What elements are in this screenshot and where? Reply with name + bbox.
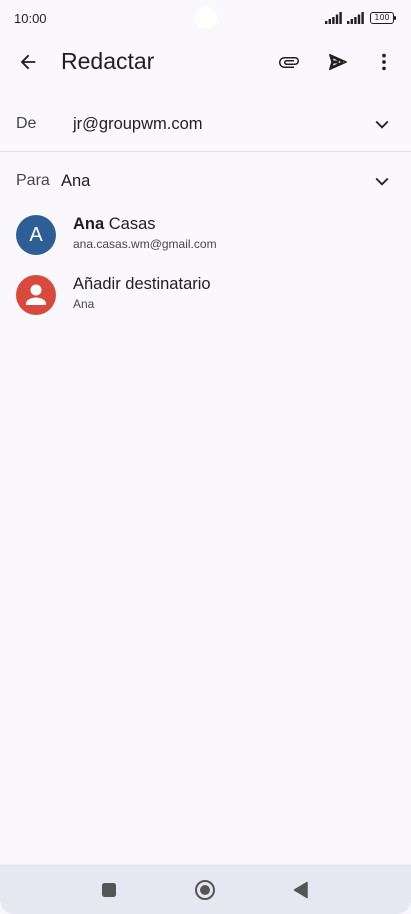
contact-email: ana.casas.wm@gmail.com xyxy=(73,237,217,251)
page-title: Redactar xyxy=(61,48,155,74)
more-vert-icon xyxy=(382,53,386,71)
home-circle-icon xyxy=(195,880,215,900)
recents-button[interactable] xyxy=(94,875,124,905)
battery-level: 100 xyxy=(374,13,390,22)
more-options-button[interactable] xyxy=(364,42,404,82)
chevron-down-icon[interactable] xyxy=(371,113,393,135)
avatar: A xyxy=(16,215,56,255)
app-bar: Redactar xyxy=(0,36,411,88)
system-nav-bar xyxy=(0,864,411,914)
avatar-letter: A xyxy=(29,223,43,246)
person-icon xyxy=(26,284,46,305)
battery-icon: 100 xyxy=(370,12,396,24)
divider xyxy=(0,151,411,152)
add-recipient-label: Añadir destinatario xyxy=(73,275,211,293)
contact-name: Ana Casas xyxy=(73,215,156,234)
send-icon xyxy=(329,53,347,71)
from-label: De xyxy=(16,115,37,132)
status-bar: 10:00 100 xyxy=(0,0,411,36)
contact-name-rest: Casas xyxy=(104,215,156,233)
status-time: 10:00 xyxy=(14,11,47,26)
back-arrow-icon xyxy=(20,54,36,70)
back-triangle-icon xyxy=(293,881,308,899)
from-value[interactable]: jr@groupwm.com xyxy=(73,115,203,134)
add-recipient-query: Ana xyxy=(73,297,95,311)
contact-name-match: Ana xyxy=(73,215,105,233)
to-label: Para xyxy=(16,172,50,189)
attach-button[interactable] xyxy=(269,42,309,82)
from-row[interactable]: De jr@groupwm.com xyxy=(0,96,411,152)
signal-icon xyxy=(347,12,364,24)
back-button[interactable] xyxy=(8,42,48,82)
to-row[interactable]: Para Ana xyxy=(0,160,411,204)
recents-square-icon xyxy=(102,883,116,897)
nav-back-button[interactable] xyxy=(286,875,316,905)
to-input[interactable]: Ana xyxy=(61,172,90,191)
home-button[interactable] xyxy=(190,875,220,905)
attach-icon xyxy=(279,57,299,68)
send-button[interactable] xyxy=(318,42,358,82)
avatar xyxy=(16,275,56,315)
camera-cutout xyxy=(195,7,217,29)
chevron-down-icon[interactable] xyxy=(371,170,393,192)
signal-icon xyxy=(325,12,342,24)
contact-suggestion[interactable]: A Ana Casas ana.casas.wm@gmail.com xyxy=(0,205,411,265)
add-recipient-suggestion[interactable]: Añadir destinatario Ana xyxy=(0,265,411,325)
